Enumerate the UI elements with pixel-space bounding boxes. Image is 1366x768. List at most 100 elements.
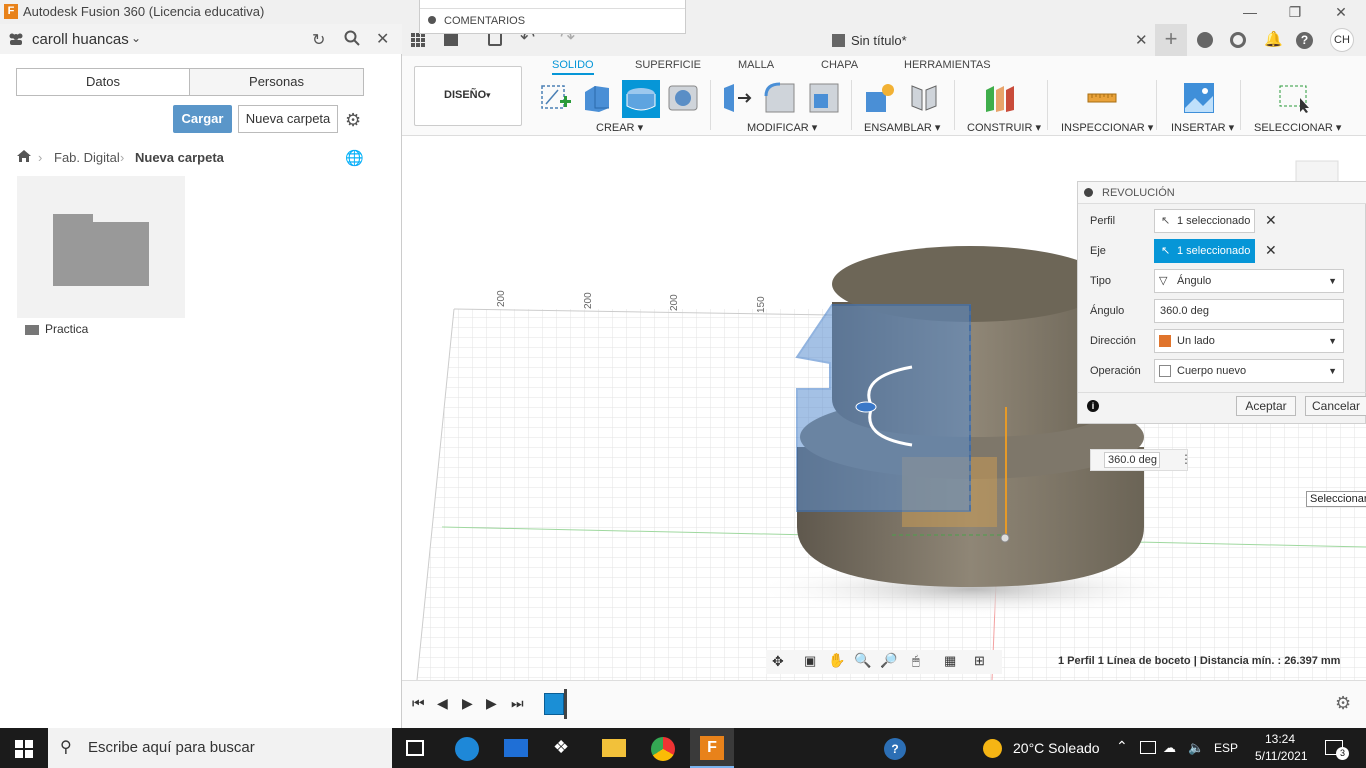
clock-time[interactable]: 13:24 [1265,732,1295,746]
tab-personas[interactable]: Personas [189,68,364,96]
collapse-icon[interactable] [1084,188,1093,197]
operacion-dropdown[interactable]: Cuerpo nuevo ▼ [1154,359,1344,383]
group-ensamblar[interactable]: ENSAMBLAR ▾ [864,121,940,134]
upload-button[interactable]: Cargar [173,105,232,133]
minimize-button[interactable]: — [1235,2,1265,22]
comments-label[interactable]: COMENTARIOS [444,15,525,27]
mail-icon[interactable] [504,739,528,757]
create-sketch-icon[interactable] [540,82,572,114]
orbit-icon[interactable]: ✥ [772,653,784,670]
fillet-icon[interactable] [764,82,796,114]
hole-icon[interactable] [667,82,699,114]
tab-datos[interactable]: Datos [16,68,190,96]
grid-settings-icon[interactable]: ▦ [944,653,956,669]
folder-tile[interactable]: Practica [17,176,185,343]
language-indicator[interactable]: ESP [1214,741,1238,755]
group-inspeccionar[interactable]: INSPECCIONAR ▾ [1061,121,1153,134]
display-settings-icon[interactable]: 🖱 [912,653,920,669]
windows-start-icon[interactable] [15,740,33,761]
close-tab-icon[interactable]: ✕ [1135,31,1148,49]
tab-herramientas[interactable]: HERRAMIENTAS [904,59,991,71]
group-seleccionar[interactable]: SELECCIONAR ▾ [1254,121,1341,134]
direccion-dropdown[interactable]: Un lado ▼ [1154,329,1344,353]
joint-icon[interactable] [908,82,940,114]
fusion-taskbar-item[interactable]: F [690,728,734,768]
more-icon[interactable]: ⋮ [1180,452,1192,466]
insert-image-icon[interactable] [1183,82,1215,114]
bell-icon[interactable]: 🔔 [1264,30,1283,48]
group-insertar[interactable]: INSERTAR ▾ [1171,121,1234,134]
play-icon[interactable]: ▶ [462,695,473,712]
tray-device-icon[interactable] [1140,741,1156,754]
viewports-icon[interactable]: ⊞ [974,653,985,669]
tab-chapa[interactable]: CHAPA [821,59,858,71]
angulo-input[interactable]: 360.0 deg [1154,299,1344,323]
new-folder-button[interactable]: Nueva carpeta [238,105,338,133]
dropbox-icon[interactable]: ❖ [553,737,577,759]
tab-malla[interactable]: MALLA [738,59,774,71]
skip-end-icon[interactable]: ⏭ [511,695,524,712]
document-title[interactable]: Sin título* [851,33,907,48]
chevron-down-icon[interactable]: ⌄ [131,31,141,45]
extensions-icon[interactable] [1197,32,1213,48]
close-button[interactable]: ✕ [1326,2,1356,22]
gear-icon[interactable]: ⚙ [345,110,361,131]
gear-icon[interactable]: ⚙ [1335,693,1351,714]
new-tab-icon[interactable]: + [1155,24,1187,56]
angle-input[interactable]: 360.0 deg [1104,452,1160,468]
home-icon[interactable] [16,149,32,166]
user-name[interactable]: caroll huancas [32,31,129,48]
chevron-up-icon[interactable]: ⌃ [1116,738,1128,755]
grid-menu-icon[interactable] [411,33,425,50]
shell-icon[interactable] [808,82,840,114]
timeline-marker[interactable] [564,689,567,719]
maximize-button[interactable]: ❐ [1280,2,1310,22]
workspace-switcher[interactable]: DISEÑO ▾ [414,66,522,126]
save-icon[interactable] [488,32,502,46]
clear-eje-icon[interactable]: ✕ [1265,242,1277,259]
edge-icon[interactable] [455,737,479,761]
network-icon[interactable]: ☁ [1163,740,1176,756]
accept-button[interactable]: Aceptar [1236,396,1296,416]
perfil-select[interactable]: ↖ 1 seleccionado [1154,209,1255,233]
measure-icon[interactable] [1086,82,1118,114]
avatar[interactable]: CH [1330,28,1354,52]
info-icon[interactable]: i [1087,400,1099,412]
tab-solido[interactable]: SOLIDO [552,59,594,75]
help-app-icon[interactable]: ? [884,738,906,760]
new-component-icon[interactable] [864,82,896,114]
tab-superficie[interactable]: SUPERFICIE [635,59,701,71]
offset-plane-icon[interactable] [984,82,1016,114]
clock-date[interactable]: 5/11/2021 [1255,749,1308,763]
pan-icon[interactable]: ✋ [828,652,845,669]
chrome-icon[interactable] [651,737,675,761]
file-icon[interactable] [444,33,458,46]
task-view-icon[interactable] [406,740,424,756]
extrude-icon[interactable] [581,82,613,114]
breadcrumb-fab-digital[interactable]: Fab. Digital [54,150,120,165]
step-back-icon[interactable]: ◀ [437,695,448,712]
zoom-icon[interactable]: 🔍 [854,652,871,669]
search-icon[interactable] [344,30,360,49]
group-construir[interactable]: CONSTRUIR ▾ [967,121,1041,134]
group-crear[interactable]: CREAR ▾ [596,121,643,134]
notification-center-icon[interactable]: 3 [1325,740,1349,760]
revolve-icon[interactable] [622,80,660,118]
step-forward-icon[interactable]: ▶ [486,695,497,712]
job-status-icon[interactable] [1230,32,1246,48]
look-at-icon[interactable]: ▣ [804,653,816,669]
browser-menu-row-navegador[interactable] [420,0,685,9]
refresh-icon[interactable]: ↻ [312,30,325,50]
help-icon[interactable]: ? [1296,32,1313,49]
tipo-dropdown[interactable]: ▽ Ángulo ▼ [1154,269,1344,293]
close-panel-icon[interactable]: ✕ [376,29,389,49]
weather-text[interactable]: 20°C Soleado [1013,740,1100,756]
clear-perfil-icon[interactable]: ✕ [1265,212,1277,229]
group-modificar[interactable]: MODIFICAR ▾ [747,121,817,134]
eje-select[interactable]: ↖ 1 seleccionado [1154,239,1255,263]
fit-icon[interactable]: 🔎 [880,652,897,669]
press-pull-icon[interactable] [722,82,754,114]
volume-icon[interactable]: 🔈 [1188,740,1204,756]
taskbar-search-input[interactable]: ⚲ Escribe aquí para buscar [48,728,392,768]
timeline-feature-sketch[interactable] [544,693,564,715]
